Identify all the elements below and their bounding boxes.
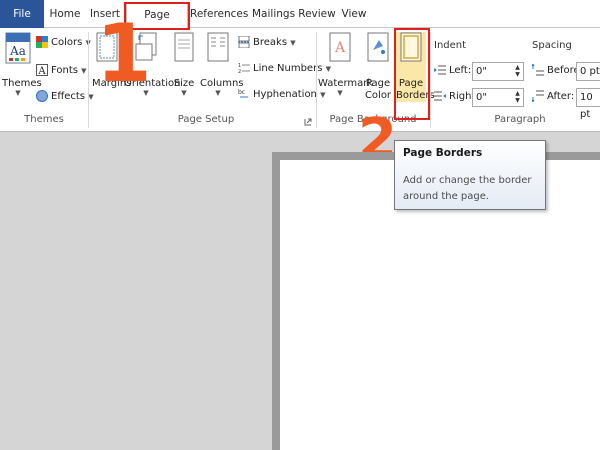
spacing-heading: Spacing xyxy=(532,40,572,51)
indent-right-icon xyxy=(434,91,446,101)
spinner-icon[interactable]: ▲ ▼ xyxy=(513,90,522,104)
page-setup-group-label: Page Setup xyxy=(177,114,235,125)
indent-left-icon xyxy=(434,65,446,75)
themes-icon: Aa xyxy=(5,32,31,64)
tab-view[interactable]: View xyxy=(340,0,368,28)
spacing-before-icon xyxy=(532,64,544,76)
fonts-button[interactable]: A Fonts ▼ xyxy=(36,62,87,80)
svg-text:bc: bc xyxy=(238,89,245,96)
step-number-1: 1 xyxy=(96,7,152,100)
spinner-icon[interactable]: ▲ ▼ xyxy=(513,64,522,78)
page-borders-tooltip: Page Borders Add or change the border ar… xyxy=(394,140,546,210)
paragraph-group-label: Paragraph xyxy=(494,114,546,125)
tab-home[interactable]: Home xyxy=(44,0,86,28)
hyphenation-button[interactable]: bc Hyphenation ▼ xyxy=(238,86,325,104)
tooltip-title: Page Borders xyxy=(403,147,483,159)
hyphenation-label: Hyphenation xyxy=(253,89,317,100)
breaks-button[interactable]: Breaks ▼ xyxy=(238,34,296,52)
effects-button[interactable]: Effects ▼ xyxy=(36,88,94,106)
fonts-icon: A xyxy=(36,64,48,76)
chevron-down-icon: ▼ xyxy=(181,89,187,97)
page-color-button[interactable]: Page Color xyxy=(364,32,392,102)
breaks-icon xyxy=(238,36,250,48)
columns-label: Columns xyxy=(200,78,244,89)
watermark-icon: A xyxy=(329,32,351,62)
svg-text:2: 2 xyxy=(238,69,241,74)
ribbon: Aa Themes ▼ Colors ▼ AFonts ▼ Effects ▼ … xyxy=(0,28,600,132)
themes-group-label: Themes xyxy=(24,114,64,125)
indent-left-label: Left: xyxy=(434,62,471,80)
page-borders-highlight xyxy=(394,28,430,120)
page-color-label-2: Color xyxy=(364,90,392,101)
chevron-down-icon: ▼ xyxy=(15,89,21,97)
spacing-after-label: After: xyxy=(532,88,574,106)
effects-icon xyxy=(36,90,48,102)
tooltip-description: Add or change the border around the page… xyxy=(403,175,532,202)
svg-text:A: A xyxy=(37,66,46,76)
themes-button[interactable]: Aa Themes ▼ xyxy=(2,32,42,97)
chevron-down-icon: ▼ xyxy=(337,89,343,97)
spacing-after-icon xyxy=(532,90,544,102)
colors-label: Colors xyxy=(51,37,83,48)
tab-references[interactable]: References xyxy=(190,0,248,28)
tab-mailings[interactable]: Mailings xyxy=(252,0,295,28)
breaks-label: Breaks xyxy=(253,37,288,48)
watermark-button[interactable]: A Watermark ▼ xyxy=(318,32,374,97)
spacing-before-field[interactable]: 0 pt xyxy=(576,62,600,81)
svg-text:Aa: Aa xyxy=(9,44,26,58)
size-button[interactable]: Size ▼ xyxy=(172,32,196,97)
ribbon-tab-bar: File Home Insert Page Layout References … xyxy=(0,0,600,45)
indent-right-value: 0" xyxy=(476,92,487,103)
indent-left-value: 0" xyxy=(476,66,487,77)
size-icon xyxy=(174,32,194,62)
indent-left-field[interactable]: 0" ▲ ▼ xyxy=(472,62,524,81)
tab-review[interactable]: Review xyxy=(298,0,336,28)
chevron-down-icon: ▼ xyxy=(215,89,221,97)
line-numbers-icon: 12 xyxy=(238,63,250,74)
spacing-before-value: 0 pt xyxy=(580,66,600,77)
colors-icon xyxy=(36,36,48,48)
group-divider xyxy=(88,32,89,128)
spacing-after-field[interactable]: 10 pt xyxy=(576,88,600,120)
svg-text:A: A xyxy=(334,40,346,56)
group-divider xyxy=(316,32,317,128)
indent-right-field[interactable]: 0" ▲ ▼ xyxy=(472,88,524,107)
fonts-label: Fonts xyxy=(51,65,78,76)
tab-file[interactable]: File xyxy=(0,0,44,28)
effects-label: Effects xyxy=(51,91,85,102)
watermark-label: Watermark xyxy=(318,78,374,89)
columns-button[interactable]: Columns ▼ xyxy=(200,32,244,97)
dialog-launcher-icon[interactable] xyxy=(304,118,312,126)
columns-icon xyxy=(207,32,229,62)
colors-button[interactable]: Colors ▼ xyxy=(36,34,91,52)
hyphenation-icon: bc xyxy=(238,89,248,98)
page-color-label-1: Page xyxy=(365,78,391,89)
group-divider xyxy=(430,32,431,128)
size-label: Size xyxy=(173,78,195,89)
indent-heading: Indent xyxy=(434,40,467,51)
themes-label: Themes xyxy=(2,78,42,89)
line-numbers-label: Line Numbers xyxy=(253,63,323,74)
page-color-icon xyxy=(367,32,389,62)
